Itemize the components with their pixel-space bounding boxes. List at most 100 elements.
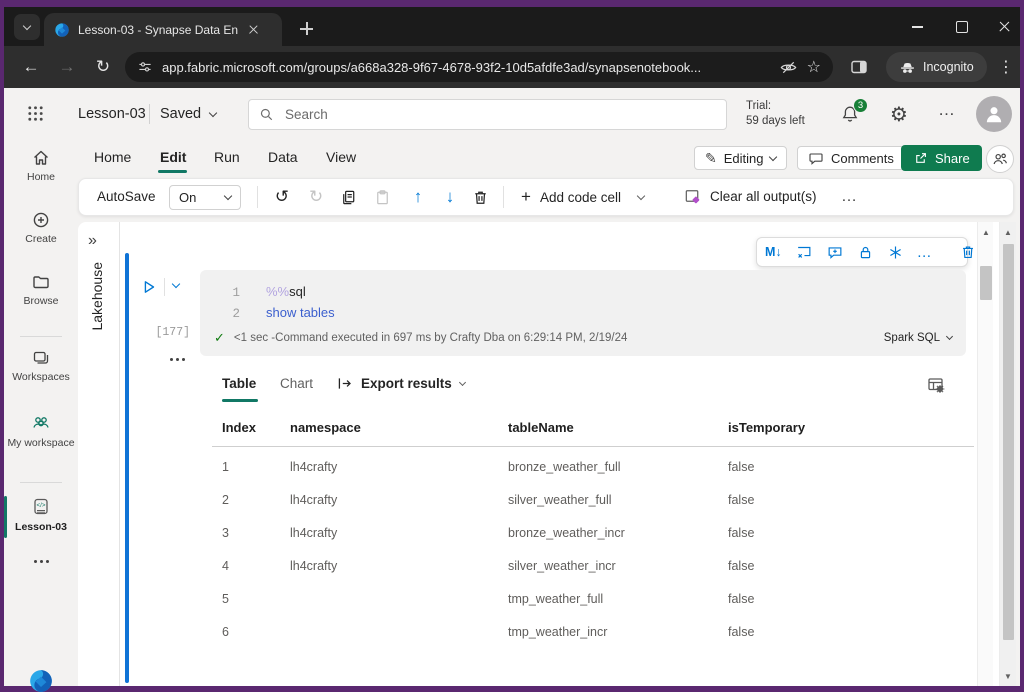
sidebar-item-home[interactable]: Home (4, 148, 78, 183)
window-minimize-button[interactable] (902, 15, 932, 39)
export-label: Export results (361, 376, 452, 391)
site-settings-icon[interactable] (137, 59, 153, 75)
sidebar-item-create[interactable]: Create (4, 210, 78, 245)
copy-icon[interactable] (339, 188, 358, 207)
scrollbar-thumb[interactable] (980, 266, 992, 300)
waffle-menu-icon[interactable] (26, 104, 45, 123)
search-input[interactable] (283, 106, 716, 123)
lakehouse-panel-label[interactable]: Lakehouse (89, 262, 105, 331)
page-scrollbar[interactable]: ▲ ▼ (999, 222, 1016, 686)
code-cell[interactable]: 1%%sql 2show tables ✓ <1 sec -Command ex… (200, 270, 966, 356)
cell-more-icon[interactable]: … (917, 244, 932, 261)
forward-icon[interactable]: → (56, 57, 78, 77)
chevron-down-icon (459, 378, 466, 385)
table-row: 6tmp_weather_incrfalse (222, 615, 974, 648)
new-tab-button[interactable] (296, 18, 318, 40)
table-row: 3lh4craftybronze_weather_incrfalse (222, 516, 974, 549)
comments-button[interactable]: Comments (797, 146, 905, 170)
redo-icon[interactable]: ↺ (305, 187, 327, 207)
window-close-button[interactable] (989, 15, 1019, 39)
bookmark-star-icon[interactable]: ☆ (807, 57, 821, 77)
comment-icon (808, 150, 824, 166)
notebook-toolbar: AutoSave On ↺ ↺ ↑ ↓ + Add code cell (78, 178, 1014, 216)
table-cell: tmp_weather_incr (508, 625, 728, 639)
results-rows: 1lh4craftybronze_weather_fullfalse2lh4cr… (222, 450, 974, 648)
output-tab-underline (222, 399, 258, 402)
run-options-chevron[interactable] (172, 280, 180, 288)
header-more-icon[interactable]: … (938, 100, 955, 120)
toolbar-more-icon[interactable]: … (841, 188, 857, 206)
eye-slash-icon[interactable] (779, 58, 798, 77)
clear-cell-output-icon[interactable] (795, 243, 813, 261)
tab-run[interactable]: Run (214, 149, 240, 165)
clear-all-outputs-button[interactable]: Clear all output(s) (683, 187, 817, 206)
scroll-up-arrow[interactable]: ▲ (1000, 228, 1016, 237)
code-magic-name: sql (289, 284, 306, 299)
sidebar-more-button[interactable] (4, 560, 78, 563)
output-tab-chart[interactable]: Chart (280, 376, 313, 391)
scrollbar-thumb[interactable] (1003, 244, 1014, 640)
scroll-down-arrow[interactable]: ▼ (1000, 672, 1016, 681)
cell-options-icon[interactable] (170, 358, 185, 361)
scroll-up-arrow[interactable]: ▲ (978, 228, 994, 237)
settings-gear-icon[interactable]: ⚙ (890, 102, 908, 127)
move-cell-down-icon[interactable]: ↓ (439, 187, 461, 207)
export-results-button[interactable]: Export results (336, 375, 465, 392)
sidebar-item-my-workspace[interactable]: My workspace (4, 412, 78, 449)
table-cell: 3 (222, 526, 290, 540)
sidebar-item-lesson-03[interactable]: </> Lesson-03 (4, 496, 78, 533)
share-label: Share (935, 151, 970, 166)
address-bar[interactable]: app.fabric.microsoft.com/groups/a668a328… (125, 52, 833, 82)
browser-menu-icon[interactable]: ⋮ (996, 57, 1016, 77)
tab-edit[interactable]: Edit (160, 149, 186, 165)
people-presence-button[interactable] (986, 145, 1014, 173)
add-code-cell-button[interactable]: + Add code cell (521, 187, 644, 207)
sidebar-item-workspaces[interactable]: Workspaces (4, 348, 78, 383)
move-cell-up-icon[interactable]: ↑ (407, 187, 429, 207)
output-tab-table[interactable]: Table (222, 376, 256, 391)
document-title[interactable]: Lesson-03 (78, 106, 146, 122)
language-selector[interactable]: Spark SQL (884, 332, 952, 344)
sidebar-item-browse[interactable]: Browse (4, 272, 78, 307)
url-text[interactable]: app.fabric.microsoft.com/groups/a668a328… (162, 60, 770, 75)
editing-mode-button[interactable]: ✎ Editing (694, 146, 787, 170)
share-button[interactable]: Share (901, 145, 982, 171)
table-row: 5tmp_weather_fullfalse (222, 582, 974, 615)
lock-cell-icon[interactable] (857, 244, 874, 261)
tab-search-button[interactable] (14, 14, 40, 40)
refresh-icon[interactable]: ↻ (92, 57, 114, 77)
sidebar-item-data-engineering[interactable]: Data Engineering (4, 668, 78, 692)
paste-icon[interactable] (373, 188, 392, 207)
clear-outputs-label: Clear all output(s) (710, 189, 817, 204)
delete-cell-icon[interactable] (471, 188, 490, 207)
back-icon[interactable]: ← (20, 57, 42, 77)
markdown-icon[interactable]: M↓ (765, 245, 782, 259)
run-cell-button[interactable] (140, 278, 158, 296)
window-maximize-button[interactable] (947, 15, 977, 39)
tab-view[interactable]: View (326, 149, 356, 165)
search-bar[interactable] (248, 99, 727, 130)
table-cell: silver_weather_incr (508, 559, 728, 573)
tab-data[interactable]: Data (268, 149, 298, 165)
avatar[interactable] (976, 96, 1012, 132)
freeze-cell-icon[interactable] (887, 244, 904, 261)
code-editor[interactable]: 1%%sql 2show tables (222, 282, 335, 324)
table-settings-icon[interactable] (926, 375, 946, 395)
undo-icon[interactable]: ↺ (271, 187, 293, 207)
tab-home[interactable]: Home (94, 149, 131, 165)
tab-close-icon[interactable] (246, 22, 262, 38)
chevron-down-icon (23, 21, 31, 29)
output-scrollbar[interactable]: ▲ (977, 222, 993, 686)
browser-tab[interactable]: Lesson-03 - Synapse Data Engin (44, 13, 282, 46)
save-status-dropdown[interactable]: Saved (160, 106, 216, 122)
comments-label: Comments (831, 151, 894, 166)
expand-panel-icon[interactable]: » (88, 232, 97, 250)
split-screen-icon[interactable] (849, 57, 869, 77)
add-comment-icon[interactable] (826, 243, 844, 261)
delete-cell-icon[interactable] (959, 243, 977, 261)
sidebar-item-label: Browse (23, 295, 58, 307)
add-code-cell-label: Add code cell (540, 190, 621, 205)
autosave-dropdown[interactable]: On (169, 185, 241, 210)
column-header: tableName (508, 420, 728, 435)
save-status-label: Saved (160, 106, 201, 122)
